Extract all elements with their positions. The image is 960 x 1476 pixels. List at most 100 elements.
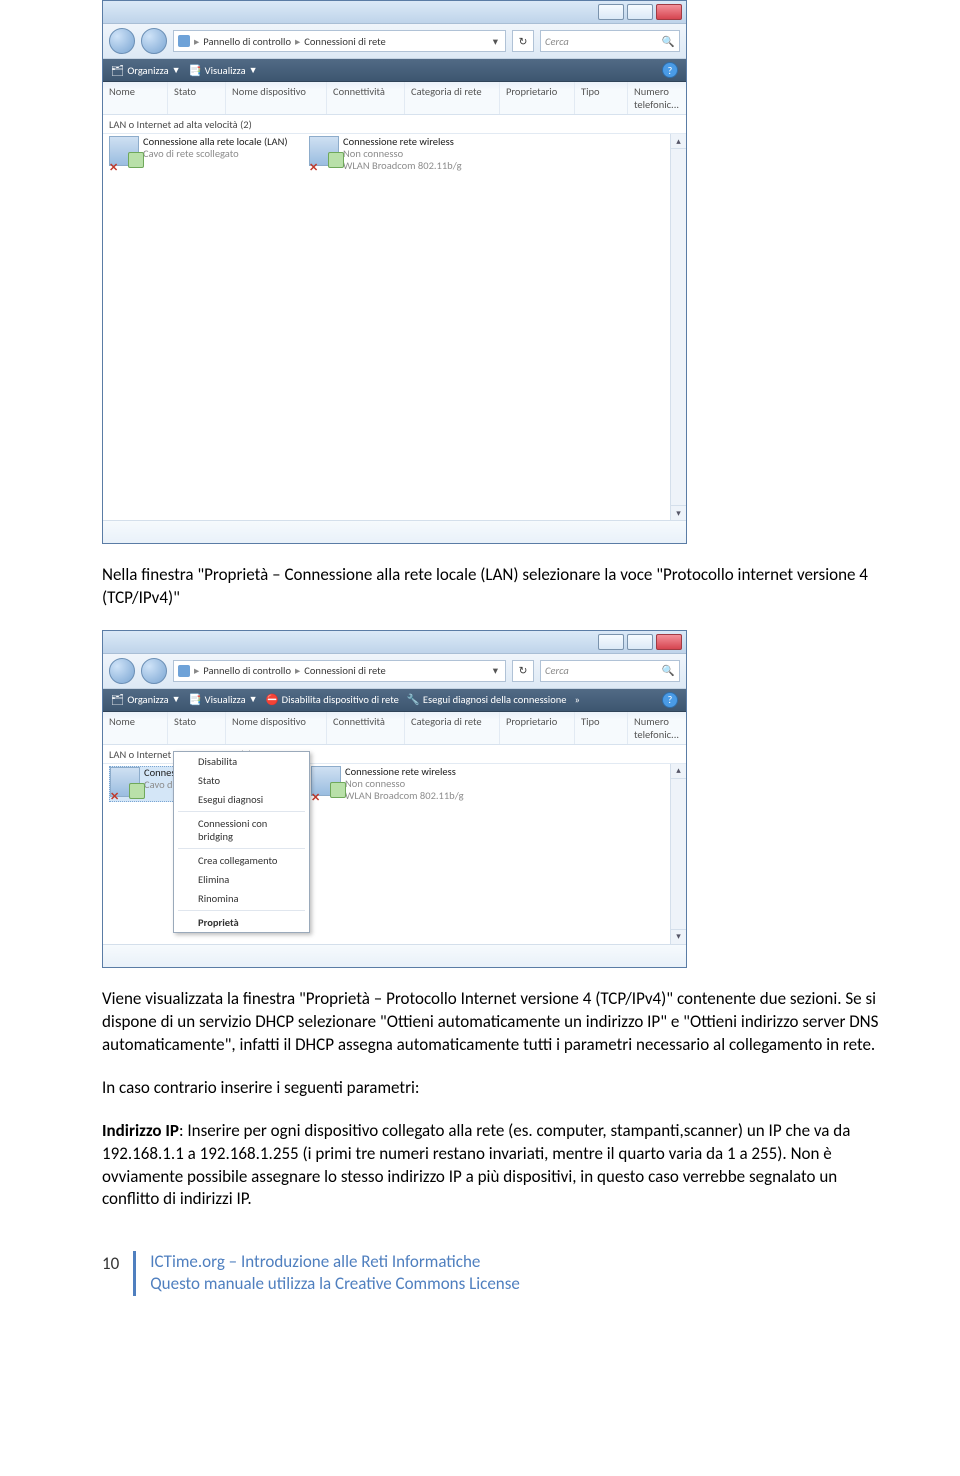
search-input[interactable]: Cerca 🔍 [540,30,680,52]
search-placeholder: Cerca [545,35,569,48]
col-phone[interactable]: Numero telefonic... [628,712,686,744]
ctx-delete[interactable]: Elimina [174,870,309,889]
lan-subtext: Cavo di rete scollegato [143,148,288,160]
search-icon: 🔍 [662,35,675,48]
col-status[interactable]: Stato [168,82,226,114]
lan-item[interactable]: ✕ Connessione alla rete locale (LAN) Cav… [109,136,299,172]
footer-line-2: Questo manuale utilizza la Creative Comm… [150,1273,520,1295]
chevron-down-icon: ▼ [249,65,258,76]
toolbar-overflow[interactable]: » [574,693,579,706]
col-type[interactable]: Tipo [575,82,628,114]
crumb-control-panel[interactable]: Pannello di controllo [203,35,291,48]
column-headers[interactable]: Nome Stato Nome dispositivo Connettività… [103,82,686,115]
organize-icon: 🗂 [111,693,124,706]
back-button[interactable] [109,28,135,54]
scroll-up-icon[interactable]: ▴ [671,764,686,779]
list-row: ✕ Connessione alla rete locale (LAN) Cav… [103,134,686,174]
minimize-button[interactable] [598,634,624,650]
page-number: 10 [102,1251,119,1274]
wlan-device: WLAN Broadcom 802.11b/g [345,790,464,802]
scroll-down-icon[interactable]: ▾ [671,929,686,944]
col-connectivity[interactable]: Connettività [327,82,405,114]
help-button[interactable]: ? [662,692,678,708]
col-category[interactable]: Categoria di rete [405,712,500,744]
maximize-button[interactable] [627,4,653,20]
forward-button[interactable] [141,28,167,54]
ctx-status[interactable]: Stato [174,771,309,790]
paragraph-2: Viene visualizzata la finestra "Propriet… [102,988,880,1057]
vertical-scrollbar[interactable]: ▴ ▾ [670,134,686,520]
forward-button[interactable] [141,658,167,684]
wlan-item[interactable]: ✕ Connessione rete wireless Non connesso… [309,136,499,172]
help-button[interactable]: ? [662,62,678,78]
ctx-rename[interactable]: Rinomina [174,889,309,908]
col-owner[interactable]: Proprietario [500,82,575,114]
diagnose-button[interactable]: 🔧 Esegui diagnosi della connessione [407,693,567,706]
search-icon: 🔍 [662,664,675,677]
ctx-disable[interactable]: Disabilita [174,752,309,771]
wlan-item[interactable]: ✕ Connessione rete wireless Non connesso… [311,766,501,802]
col-connectivity[interactable]: Connettività [327,712,405,744]
back-button[interactable] [109,658,135,684]
disconnected-icon: ✕ [311,792,323,804]
organize-button[interactable]: 🗂 Organizza ▼ [111,693,181,706]
refresh-button[interactable]: ↻ [512,660,534,682]
maximize-button[interactable] [627,634,653,650]
views-button[interactable]: 📑 Visualizza ▼ [189,693,258,706]
scroll-down-icon[interactable]: ▾ [671,505,686,520]
ctx-bridge[interactable]: Connessioni con bridging [174,814,309,846]
minimize-button[interactable] [598,4,624,20]
toolbar: 🗂 Organizza ▼ 📑 Visualizza ▼ ? [103,59,686,82]
refresh-button[interactable]: ↻ [512,30,534,52]
col-type[interactable]: Tipo [575,712,628,744]
chevron-down-icon: ▼ [249,694,258,705]
screenshot-network-context-menu: ▸ Pannello di controllo ▸ Connessioni di… [102,630,687,968]
col-phone[interactable]: Numero telefonic... [628,82,686,114]
column-headers[interactable]: Nome Stato Nome dispositivo Connettività… [103,712,686,745]
chevron-right-icon: ▸ [295,664,300,677]
vertical-scrollbar[interactable]: ▴ ▾ [670,764,686,944]
close-button[interactable] [656,4,682,20]
crumb-control-panel[interactable]: Pannello di controllo [203,664,291,677]
address-dropdown-icon[interactable]: ▾ [490,35,501,48]
search-input[interactable]: Cerca 🔍 [540,660,680,682]
close-button[interactable] [656,634,682,650]
ip-label: Indirizzo IP [102,1120,179,1141]
context-menu: Disabilita Stato Esegui diagnosi Conness… [173,751,310,933]
col-name[interactable]: Nome [103,712,168,744]
col-device[interactable]: Nome dispositivo [226,712,327,744]
disable-icon: ⛔ [266,693,279,706]
menu-separator [178,848,305,849]
col-name[interactable]: Nome [103,82,168,114]
ctx-shortcut[interactable]: Crea collegamento [174,851,309,870]
wlan-device: WLAN Broadcom 802.11b/g [343,160,462,172]
list-area: ✕ Connessione alla rete locale (LAN) Cav… [103,134,686,520]
details-pane [103,944,686,967]
col-status[interactable]: Stato [168,712,226,744]
titlebar [103,1,686,24]
disconnected-icon: ✕ [110,791,122,803]
breadcrumb[interactable]: ▸ Pannello di controllo ▸ Connessioni di… [173,30,506,52]
breadcrumb[interactable]: ▸ Pannello di controllo ▸ Connessioni di… [173,660,506,682]
group-header[interactable]: LAN o Internet ad alta velocità (2) [103,115,686,134]
scroll-up-icon[interactable]: ▴ [671,134,686,149]
address-dropdown-icon[interactable]: ▾ [490,664,501,677]
organize-button[interactable]: 🗂 Organizza ▼ [111,64,181,77]
details-pane [103,520,686,543]
views-icon: 📑 [189,693,202,706]
diagnose-icon: 🔧 [407,693,420,706]
crumb-network-connections[interactable]: Connessioni di rete [304,35,385,48]
disable-device-button[interactable]: ⛔ Disabilita dispositivo di rete [266,693,399,706]
col-owner[interactable]: Proprietario [500,712,575,744]
search-placeholder: Cerca [545,664,569,677]
ctx-diagnose[interactable]: Esegui diagnosi [174,790,309,809]
location-icon [178,665,190,677]
location-icon [178,35,190,47]
col-category[interactable]: Categoria di rete [405,82,500,114]
col-device[interactable]: Nome dispositivo [226,82,327,114]
chevron-down-icon: ▼ [172,65,181,76]
crumb-network-connections[interactable]: Connessioni di rete [304,664,385,677]
titlebar [103,631,686,654]
ctx-properties[interactable]: Proprietà [174,913,309,932]
views-button[interactable]: 📑 Visualizza ▼ [189,64,258,77]
